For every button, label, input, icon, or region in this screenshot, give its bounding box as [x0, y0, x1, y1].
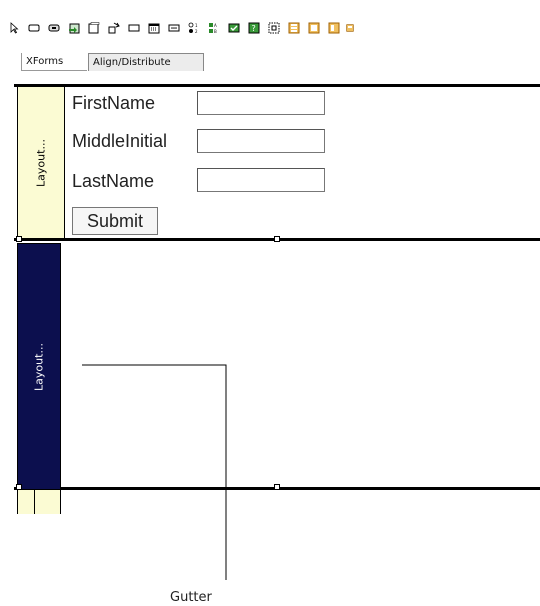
layout-design-area: Layout... FirstName MiddleInitial LastNa… — [14, 84, 540, 514]
svg-text:?: ? — [252, 24, 256, 33]
gutter-label-1: Layout... — [34, 138, 48, 187]
layout-band-2[interactable]: Layout... — [14, 238, 540, 490]
gutter-callout-label: Gutter — [170, 590, 212, 605]
select-icon[interactable] — [108, 22, 120, 34]
pointer-icon[interactable] — [8, 22, 20, 34]
panel-icon-3[interactable] — [328, 22, 340, 34]
svg-text:1: 1 — [195, 23, 198, 28]
design-toolbar: 12 AB ? — [8, 12, 540, 38]
middleinitial-field[interactable] — [197, 129, 325, 153]
frame-icon[interactable] — [268, 22, 280, 34]
lastname-label: LastName — [72, 171, 155, 191]
lastname-field[interactable] — [197, 168, 325, 192]
layout-gutter-2[interactable]: Layout... — [17, 243, 61, 490]
tab-bar: XForms Align/Distribute — [0, 50, 540, 72]
panel-icon-2[interactable] — [308, 22, 320, 34]
middleinitial-label: MiddleInitial — [72, 131, 168, 151]
help-icon[interactable]: ? — [248, 22, 260, 34]
box-icon[interactable] — [88, 22, 100, 34]
firstname-field[interactable] — [197, 91, 325, 115]
checkbox-icon[interactable] — [228, 22, 240, 34]
image-icon[interactable] — [68, 22, 80, 34]
svg-text:B: B — [214, 29, 217, 34]
radio-icon[interactable]: 12 — [188, 22, 200, 34]
button-icon[interactable] — [48, 22, 60, 34]
submit-button[interactable]: Submit — [72, 207, 158, 235]
svg-text:A: A — [214, 23, 217, 28]
layout-gutter-3[interactable] — [17, 490, 61, 514]
tab-xforms[interactable]: XForms — [21, 53, 87, 71]
date-icon[interactable] — [148, 22, 160, 34]
list-icon[interactable]: AB — [208, 22, 220, 34]
layout-band-1[interactable]: Layout... FirstName MiddleInitial LastNa… — [14, 84, 540, 238]
layout-gutter-1[interactable]: Layout... — [17, 87, 65, 238]
textbox-icon[interactable] — [128, 22, 140, 34]
firstname-label: FirstName — [72, 93, 156, 113]
selection-handle-top-left[interactable] — [16, 236, 22, 242]
tab-align-distribute[interactable]: Align/Distribute — [88, 53, 204, 71]
gutter-label-2: Layout... — [32, 342, 46, 391]
rectangle-button-icon[interactable] — [28, 22, 40, 34]
selection-handle-top-center[interactable] — [274, 236, 280, 242]
panel-icon[interactable] — [288, 22, 300, 34]
ellipsis-icon[interactable] — [168, 22, 180, 34]
svg-text:2: 2 — [195, 29, 198, 34]
panel-icon-4[interactable] — [346, 22, 354, 34]
layout-band-3[interactable] — [14, 490, 540, 514]
band3-divider — [34, 490, 35, 514]
